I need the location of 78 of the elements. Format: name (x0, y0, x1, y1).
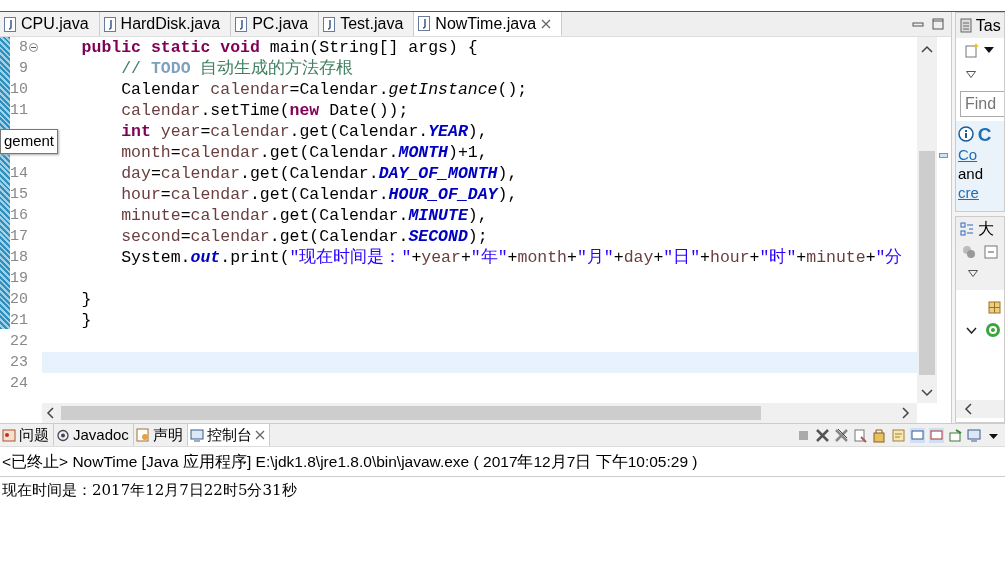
line-number: 15 (10, 185, 28, 205)
line-number: 11 (10, 101, 28, 121)
console-tab[interactable]: 控制台 (187, 424, 270, 446)
vertical-scrollbar[interactable] (917, 37, 937, 403)
close-icon[interactable] (541, 18, 552, 29)
class-icon[interactable] (984, 322, 1001, 338)
line-number: 10 (10, 80, 28, 100)
console-output: 现在时间是：2017年12月7日22时5分31秒 (1, 480, 298, 502)
link[interactable]: cre (958, 183, 979, 201)
remove-all-icon[interactable] (834, 427, 849, 443)
maximize-icon[interactable] (931, 18, 944, 30)
scroll-lock-icon[interactable] (872, 427, 887, 443)
problems-icon (2, 427, 16, 443)
scroll-up-icon[interactable] (921, 45, 933, 53)
line-number: 8 (19, 38, 28, 58)
code-line: month=calendar.get(Calendar.MONTH)+1, (120, 143, 488, 162)
code-line: hour=calendar.get(Calendar.HOUR_OF_DAY), (120, 185, 518, 204)
line-number: 14 (10, 164, 28, 184)
line-number: 18 (10, 248, 28, 268)
scroll-down-icon[interactable] (921, 389, 933, 397)
horizontal-scrollbar[interactable] (956, 400, 1004, 418)
close-icon[interactable] (254, 430, 265, 440)
java-file-icon (323, 16, 336, 32)
scroll-right-icon[interactable] (901, 407, 910, 419)
code-line: minute=calendar.get(Calendar.MINUTE), (120, 206, 488, 225)
dropdown-icon[interactable] (983, 47, 994, 53)
line-number: 9 (19, 59, 28, 79)
scroll-left-icon[interactable] (45, 407, 54, 419)
line-number: 23 (10, 353, 28, 373)
code-line: System.out.print("现在时间是："+year+"年"+month+"月"+day+"日"+hour+"时"+minute+"分 (120, 248, 903, 267)
java-file-icon (103, 16, 116, 32)
java-file-icon (418, 16, 431, 31)
console-icon (189, 427, 204, 443)
info-icon (958, 126, 974, 143)
console-tab[interactable]: 问题 (0, 424, 54, 446)
remove-launch-icon[interactable] (815, 427, 830, 443)
description-text: and (958, 165, 984, 182)
line-number: 24 (10, 374, 28, 394)
show-output-icon[interactable] (910, 427, 925, 443)
code-line: calendar.setTime(new Date()); (120, 101, 409, 120)
editor-tab[interactable]: NowTime.java (414, 12, 563, 36)
code-line: second=calendar.get(Calendar.SECOND); (120, 227, 488, 246)
view-menu-icon[interactable] (968, 269, 978, 277)
java-file-icon (4, 16, 16, 32)
line-number: 21 (10, 311, 28, 331)
javadoc-icon (56, 427, 70, 443)
heading: C (977, 122, 992, 147)
line-number: 22 (10, 332, 28, 352)
code-line: // TODO 自动生成的方法存根 (120, 59, 354, 78)
task-list-icon (960, 18, 972, 33)
code-line: int year=calendar.get(Calendar.YEAR), (120, 122, 488, 141)
line-number: 19 (10, 269, 28, 289)
expand-caret-icon[interactable] (966, 326, 977, 334)
collapse-all-icon[interactable] (983, 245, 998, 259)
outline-icon (960, 222, 974, 236)
console-header: <已终止> NowTime [Java 应用程序] E:\jdk1.8\jre1.8.0\bin\javaw.exe ( 2017年12月7日 下午10:05:29 ) (0, 447, 1005, 478)
declaration-icon (135, 427, 150, 443)
show-error-icon[interactable] (929, 427, 944, 443)
code-line: } (80, 290, 92, 309)
code-line: day=calendar.get(Calendar.DAY_OF_MONTH), (120, 164, 518, 183)
code-line: Calendar calendar=Calendar.getInstance(); (120, 80, 528, 99)
code-line: public static void main(String[] args) { (80, 38, 478, 57)
console-tab[interactable]: Javadoc (54, 424, 134, 446)
line-number: 20 (10, 290, 28, 310)
scroll-left-icon[interactable] (963, 403, 972, 415)
overview-mark-icon[interactable] (939, 153, 948, 158)
horizontal-scrollbar[interactable] (42, 403, 917, 423)
code-line: } (80, 311, 92, 330)
link[interactable]: Co (958, 146, 978, 164)
clear-console-icon[interactable] (853, 427, 868, 443)
line-number: 16 (10, 206, 28, 226)
java-file-icon (235, 16, 248, 32)
fold-icon[interactable] (29, 43, 38, 52)
tooltip: gement (0, 129, 59, 154)
line-number: 17 (10, 227, 28, 247)
find-field[interactable]: Find (960, 90, 1004, 117)
console-tab[interactable]: 声明 (133, 424, 188, 446)
view-menu-icon[interactable] (966, 70, 976, 78)
